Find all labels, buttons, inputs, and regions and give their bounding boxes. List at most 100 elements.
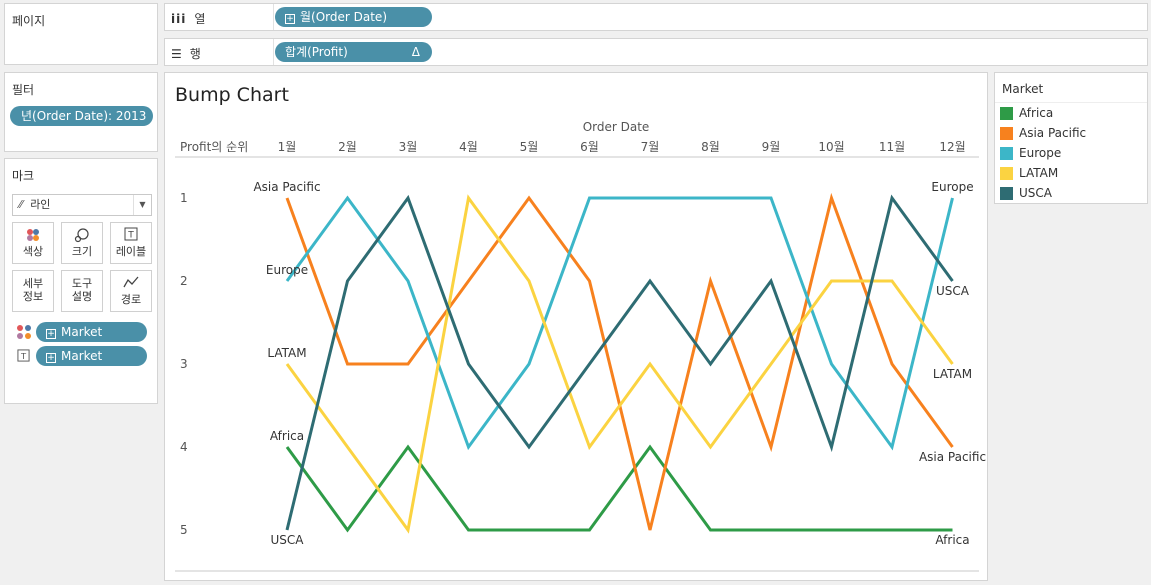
x-tick-label: 9월 — [762, 140, 781, 154]
path-button-label: 경로 — [120, 293, 142, 306]
columns-shelf-text: 열 — [194, 12, 206, 26]
x-tick-label: 5월 — [520, 140, 539, 154]
filters-card-title: 필터 — [12, 83, 35, 97]
x-tick-label: 7월 — [641, 140, 660, 154]
svg-text:T: T — [127, 231, 134, 241]
color-market-pill-text: Market — [61, 325, 103, 339]
label-icon: T — [111, 227, 151, 245]
x-tick-label: 4월 — [459, 140, 478, 154]
size-button[interactable]: 크기 — [61, 222, 103, 264]
color-field-icon — [17, 325, 31, 339]
color-button[interactable]: 색상 — [12, 222, 54, 264]
x-tick-label: 2월 — [338, 140, 357, 154]
x-axis-title: Order Date — [583, 120, 650, 134]
legend-swatch — [1000, 106, 1013, 120]
y-tick-labels: 1 2 3 4 5 — [180, 191, 188, 537]
expand-icon[interactable]: + — [46, 329, 56, 339]
mark-type-text: 라인 — [30, 198, 51, 211]
label-button-label: 레이블 — [115, 245, 147, 258]
legend-item-asia-pacific[interactable]: Asia Pacific — [1000, 124, 1086, 142]
start-label-latam: LATAM — [267, 346, 306, 360]
end-label-europe: Europe — [931, 180, 973, 194]
legend-swatch — [1000, 126, 1013, 140]
pages-card[interactable]: 페이지 — [4, 3, 158, 65]
filter-pill-year-order-date[interactable]: 년(Order Date): 2013 — [10, 106, 153, 126]
y-tick-label: 4 — [180, 440, 188, 454]
view-area: Bump Chart Order Date Profit의 순위 1월 2월 3월 4… — [164, 72, 988, 581]
pages-card-title: 페이지 — [12, 14, 46, 28]
legend-card[interactable]: Market Africa Asia Pacific Europe LATAM … — [994, 72, 1148, 204]
label-button[interactable]: T 레이블 — [110, 222, 152, 264]
expand-icon[interactable]: + — [46, 353, 56, 363]
legend-item-label: LATAM — [1019, 166, 1059, 180]
filters-card[interactable]: 필터 년(Order Date): 2013 — [4, 72, 158, 152]
legend-item-usca[interactable]: USCA — [1000, 184, 1052, 202]
rows-pill-sum-profit[interactable]: 합계(Profit) Δ — [275, 42, 432, 62]
size-icon — [62, 227, 102, 245]
path-icon — [111, 275, 151, 293]
color-market-pill[interactable]: + Market — [36, 322, 147, 342]
start-label-africa: Africa — [270, 429, 304, 443]
start-label-asia-pacific: Asia Pacific — [253, 180, 320, 194]
columns-pill-month-order-date[interactable]: + 월(Order Date) — [275, 7, 432, 27]
end-label-asia-pacific: Asia Pacific — [919, 450, 986, 464]
x-tick-label: 10월 — [818, 140, 844, 154]
legend-item-africa[interactable]: Africa — [1000, 104, 1053, 122]
path-button[interactable]: 경로 — [110, 270, 152, 312]
x-tick-label: 12월 — [939, 140, 965, 154]
detail-button-label: 세부 정보 — [22, 277, 44, 303]
end-label-africa: Africa — [935, 533, 969, 547]
rows-pill-text: 합계(Profit) — [285, 45, 348, 59]
y-tick-label: 5 — [180, 523, 188, 537]
columns-shelf[interactable]: iii 열 + 월(Order Date) — [164, 3, 1148, 31]
expand-icon[interactable]: + — [285, 14, 295, 24]
start-label-europe: Europe — [266, 263, 308, 277]
columns-pill-text: 월(Order Date) — [300, 10, 388, 24]
legend-swatch — [1000, 146, 1013, 160]
x-tick-label: 3월 — [399, 140, 418, 154]
y-tick-label: 1 — [180, 191, 188, 205]
row-header: Profit의 순위 — [180, 140, 248, 154]
tooltip-button-label: 도구 설명 — [71, 277, 93, 303]
bump-chart: Bump Chart Order Date Profit의 순위 1월 2월 3월 4… — [175, 84, 986, 572]
legend-item-label: USCA — [1019, 186, 1052, 200]
x-tick-labels: 1월 2월 3월 4월 5월 6월 7월 8월 9월 10월 11월 12월 — [278, 140, 966, 154]
tooltip-button[interactable]: 도구 설명 — [61, 270, 103, 312]
legend-item-europe[interactable]: Europe — [1000, 144, 1061, 162]
detail-button[interactable]: 세부 정보 — [12, 270, 54, 312]
marks-card[interactable]: 마크 ⁄⁄ 라인 ▼ 색상 크기 T 레이블 세부 정보 도구 설명 경로 + … — [4, 158, 158, 404]
legend-item-label: Asia Pacific — [1019, 126, 1087, 140]
end-label-usca: USCA — [936, 284, 970, 298]
filter-pill-text: 년(Order Date): 2013 — [21, 109, 147, 123]
svg-text:T: T — [20, 351, 27, 361]
mark-type-dropdown[interactable]: ⁄⁄ 라인 ▼ — [12, 194, 152, 216]
legend-item-latam[interactable]: LATAM — [1000, 164, 1058, 182]
end-label-latam: LATAM — [933, 367, 972, 381]
marks-card-title: 마크 — [12, 169, 35, 183]
x-tick-label: 8월 — [701, 140, 720, 154]
legend-item-label: Europe — [1019, 146, 1062, 160]
table-calc-delta-icon: Δ — [411, 45, 420, 59]
chart-title: Bump Chart — [175, 84, 289, 106]
series-lines — [285, 192, 954, 534]
chevron-down-icon[interactable]: ▼ — [133, 195, 151, 215]
shelf-divider — [273, 39, 274, 65]
rows-shelf-text: 행 — [189, 47, 201, 61]
series-line-africa — [285, 444, 953, 533]
legend-divider — [995, 102, 1147, 103]
label-market-pill[interactable]: + Market — [36, 346, 147, 366]
rows-shelf[interactable]: ☰ 행 합계(Profit) Δ — [164, 38, 1148, 66]
label-field-icon: T — [17, 349, 30, 362]
x-tick-label: 11월 — [879, 140, 905, 154]
size-button-label: 크기 — [71, 245, 93, 258]
label-market-pill-text: Market — [61, 349, 103, 363]
legend-item-label: Africa — [1019, 106, 1054, 120]
rows-shelf-label: ☰ 행 — [171, 45, 201, 62]
color-button-label: 색상 — [22, 245, 44, 258]
legend-swatch — [1000, 166, 1013, 180]
color-icon — [13, 227, 53, 245]
legend-title: Market — [1002, 82, 1044, 96]
legend-swatch — [1000, 186, 1013, 200]
start-label-usca: USCA — [271, 533, 305, 547]
x-tick-label: 6월 — [580, 140, 599, 154]
